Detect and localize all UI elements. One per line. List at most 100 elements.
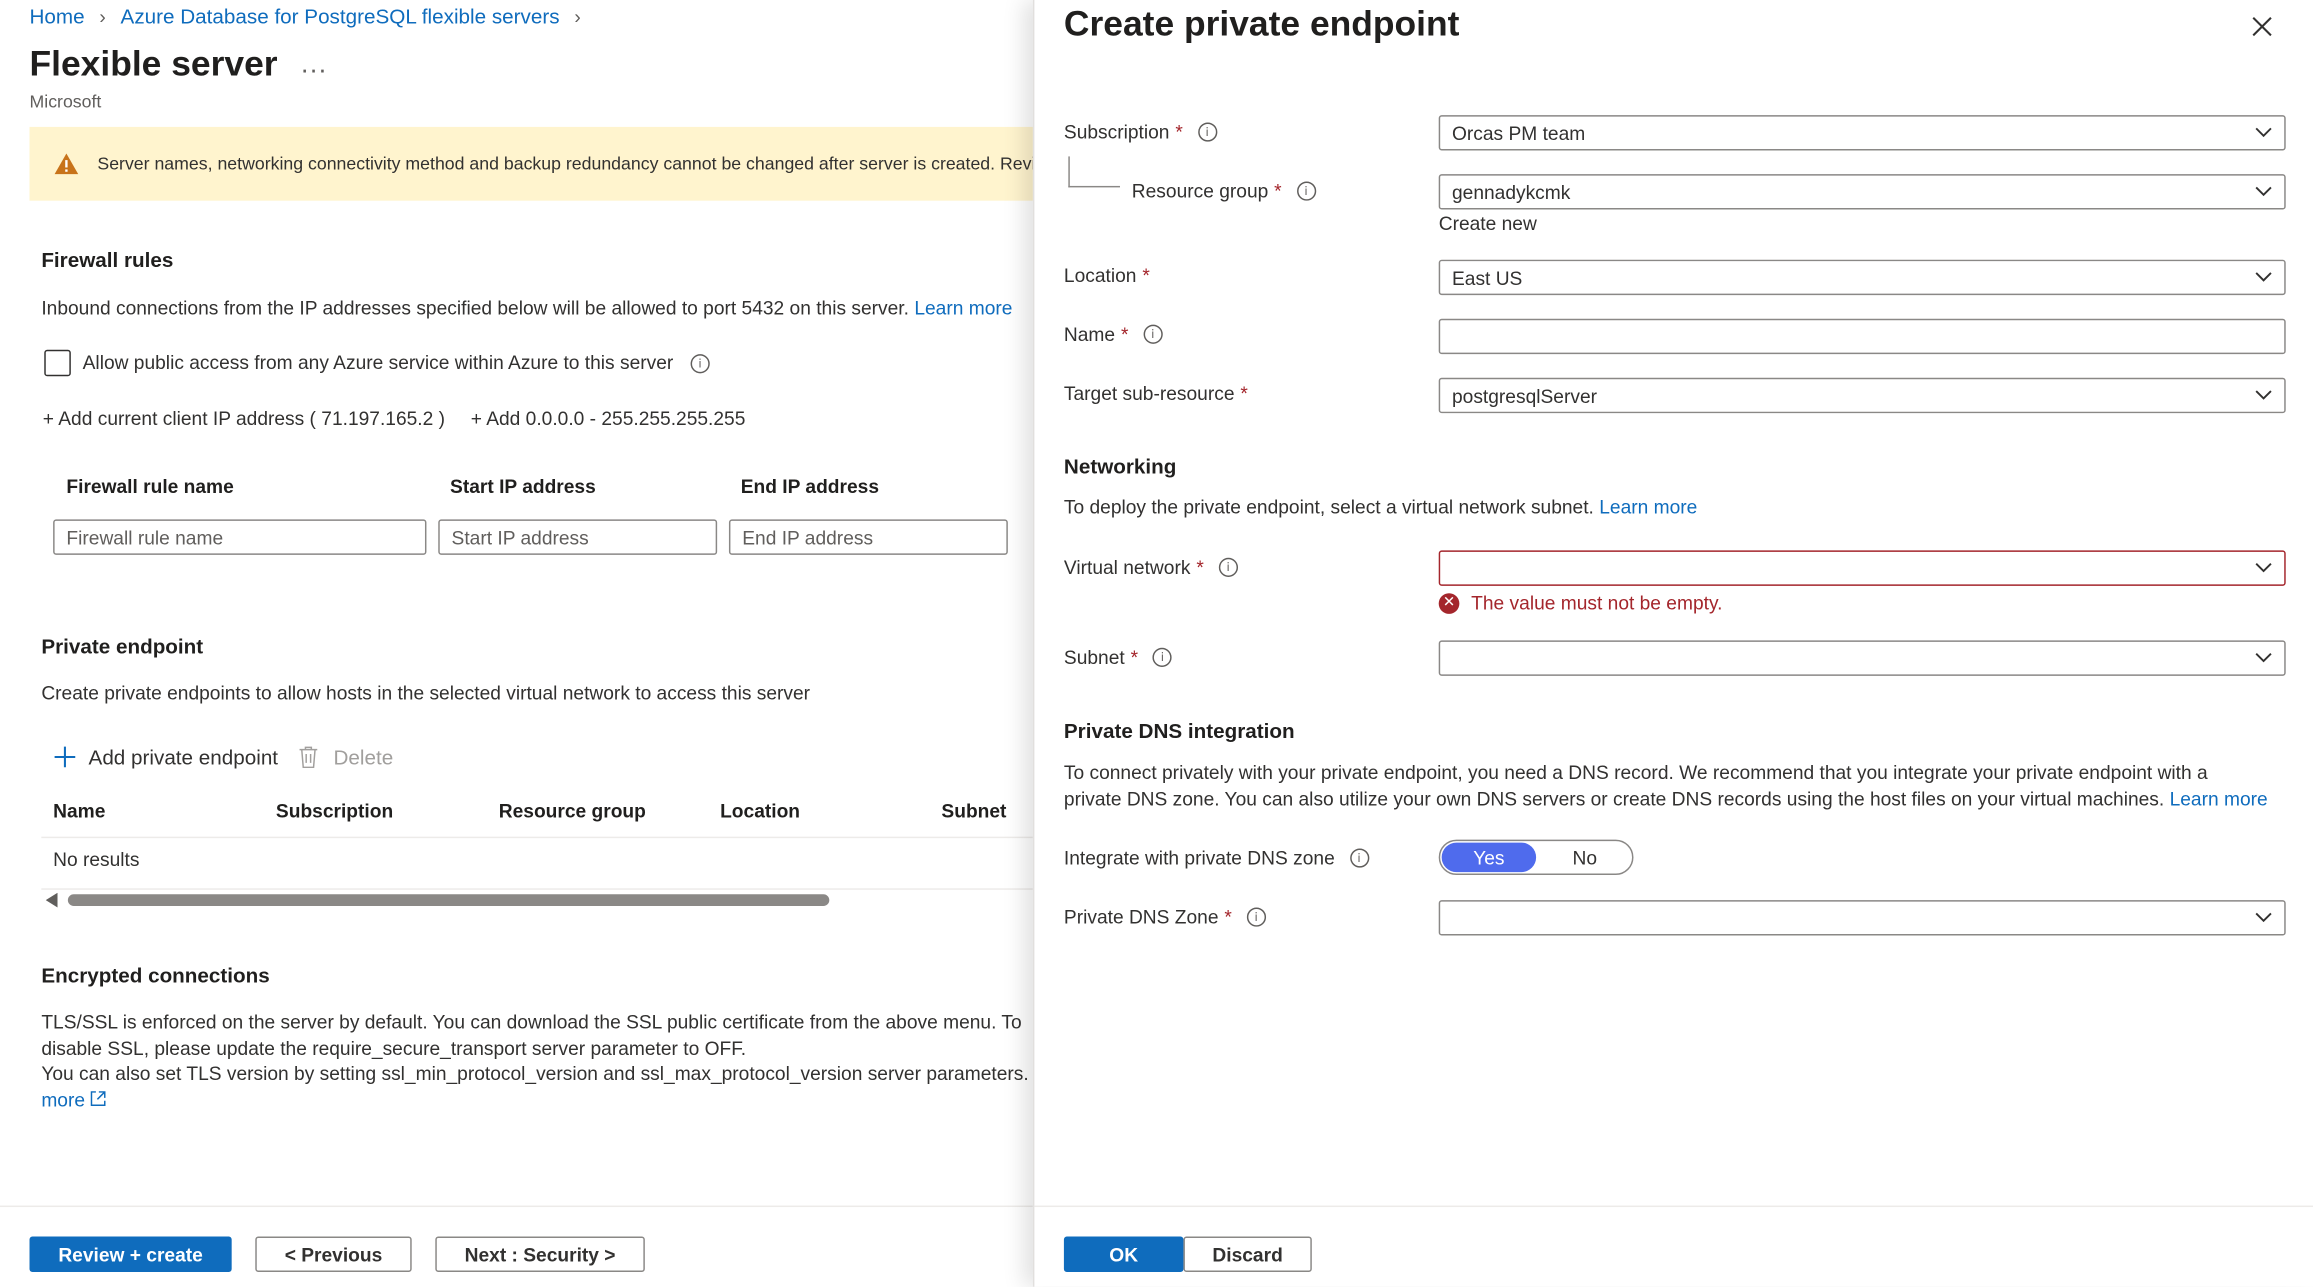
name-label: Name * i <box>1063 323 1163 346</box>
panel-title: Create private endpoint <box>1063 4 1460 45</box>
delete-label: Delete <box>333 745 394 769</box>
create-private-endpoint-panel: Create private endpoint Subscription * i… <box>1032 0 2313 1287</box>
subscription-value: Orcas PM team <box>1451 121 1586 144</box>
info-icon[interactable]: i <box>1152 647 1173 667</box>
private-endpoint-description: Create private endpoints to allow hosts … <box>41 681 811 704</box>
integrate-dns-label-text: Integrate with private DNS zone <box>1063 846 1335 870</box>
private-dns-zone-label-text: Private DNS Zone <box>1063 906 1219 929</box>
next-security-button[interactable]: Next : Security > <box>435 1236 645 1272</box>
column-header-rule-name: Firewall rule name <box>66 475 234 498</box>
networking-description-text: To deploy the private endpoint, select a… <box>1063 495 1594 518</box>
networking-description: To deploy the private endpoint, select a… <box>1064 496 1697 518</box>
plus-icon <box>54 746 76 768</box>
add-ip-range-link[interactable]: + Add 0.0.0.0 - 255.255.255.255 <box>471 407 746 429</box>
encrypted-line-1: TLS/SSL is enforced on the server by def… <box>41 1010 1022 1033</box>
warning-icon <box>54 153 79 175</box>
toggle-yes[interactable]: Yes <box>1441 842 1537 873</box>
target-sub-resource-dropdown[interactable]: postgresqlServer <box>1438 377 2286 414</box>
create-new-link[interactable]: Create new <box>1439 212 1537 234</box>
info-icon[interactable]: i <box>1349 848 1369 868</box>
breadcrumb: Home › Azure Database for PostgreSQL fle… <box>30 4 581 28</box>
breadcrumb-postgresql[interactable]: Azure Database for PostgreSQL flexible s… <box>121 4 560 28</box>
review-create-button[interactable]: Review + create <box>29 1236 232 1272</box>
close-icon[interactable] <box>2247 12 2277 42</box>
integrate-dns-toggle[interactable]: Yes No <box>1438 839 1634 876</box>
encrypted-learn-more-continued[interactable]: more <box>41 1089 106 1111</box>
subscription-label-text: Subscription <box>1063 120 1170 144</box>
column-header-subscription: Subscription <box>275 799 394 822</box>
subscription-dropdown[interactable]: Orcas PM team <box>1438 115 2286 151</box>
chevron-right-icon: › <box>574 5 581 28</box>
virtual-network-label: Virtual network * i <box>1064 556 1238 578</box>
virtual-network-dropdown[interactable] <box>1438 550 2286 586</box>
page-title: Flexible server <box>29 44 278 85</box>
column-header-resource-group: Resource group <box>498 799 646 822</box>
resource-group-dropdown[interactable]: gennadykcmk <box>1438 174 2286 210</box>
previous-button[interactable]: < Previous <box>255 1236 412 1272</box>
dns-description: To connect privately with your private e… <box>1064 760 2268 813</box>
allow-public-access-checkbox[interactable] <box>44 349 71 377</box>
footer-divider <box>0 1205 1033 1208</box>
info-icon[interactable]: i <box>1218 557 1238 577</box>
info-icon[interactable]: i <box>1246 907 1266 927</box>
column-header-subnet: Subnet <box>941 799 1007 822</box>
virtual-network-error-text: The value must not be empty. <box>1471 591 1723 614</box>
networking-heading: Networking <box>1063 454 1177 479</box>
breadcrumb-home[interactable]: Home <box>30 4 85 28</box>
encrypted-line-2: disable SSL, please update the require_s… <box>41 1037 747 1060</box>
divider <box>41 836 1033 839</box>
chevron-down-icon <box>2255 186 2272 197</box>
virtual-network-label-text: Virtual network <box>1063 556 1191 579</box>
required-mark: * <box>1196 556 1204 579</box>
firewall-description-text: Inbound connections from the IP addresse… <box>41 296 909 319</box>
private-endpoint-heading: Private endpoint <box>41 634 204 659</box>
info-icon[interactable]: i <box>1197 122 1217 142</box>
discard-button[interactable]: Discard <box>1183 1236 1312 1272</box>
dns-learn-more-link[interactable]: Learn more <box>2170 788 2268 810</box>
location-dropdown[interactable]: East US <box>1438 259 2286 296</box>
private-dns-zone-dropdown[interactable] <box>1438 900 2286 936</box>
add-private-endpoint-label: Add private endpoint <box>88 745 279 769</box>
scroll-left-icon[interactable] <box>45 892 58 908</box>
encrypted-line-3-text: You can also set TLS version by setting … <box>41 1062 1029 1085</box>
firewall-learn-more-link[interactable]: Learn more <box>914 297 1012 319</box>
dns-description-line-1: To connect privately with your private e… <box>1063 761 2208 784</box>
add-client-ip-link[interactable]: + Add current client IP address ( 71.197… <box>43 407 445 429</box>
required-mark: * <box>1175 120 1183 144</box>
name-label-text: Name <box>1063 323 1116 346</box>
required-mark: * <box>1120 323 1129 346</box>
toggle-no[interactable]: No <box>1538 841 1632 873</box>
warning-text: Server names, networking connectivity me… <box>97 153 1033 175</box>
location-label-text: Location <box>1063 264 1137 287</box>
delete-button[interactable]: Delete <box>298 745 393 769</box>
encrypted-line-3: You can also set TLS version by setting … <box>41 1062 1033 1084</box>
info-icon[interactable]: i <box>1296 181 1316 201</box>
info-icon[interactable]: i <box>1143 324 1163 344</box>
resource-group-value: gennadykcmk <box>1451 180 1571 203</box>
ok-button[interactable]: OK <box>1063 1236 1184 1272</box>
networking-learn-more-link[interactable]: Learn more <box>1599 496 1697 518</box>
dns-description-line-2-text: private DNS zone. You can also utilize y… <box>1063 787 2165 811</box>
chevron-down-icon <box>2255 127 2272 138</box>
add-private-endpoint-button[interactable]: Add private endpoint <box>53 745 278 769</box>
more-options-icon[interactable]: ... <box>301 49 328 80</box>
location-value: East US <box>1451 266 1523 289</box>
column-header-start-ip: Start IP address <box>450 475 596 498</box>
firewall-rule-name-input[interactable] <box>53 519 427 555</box>
column-header-name: Name <box>53 799 106 822</box>
info-icon[interactable]: i <box>690 354 710 374</box>
encrypted-learn-more-suffix[interactable]: more <box>41 1089 85 1111</box>
chevron-down-icon <box>2255 653 2272 663</box>
error-icon: ✕ <box>1438 592 1460 614</box>
start-ip-input[interactable] <box>438 519 718 555</box>
warning-banner: Server names, networking connectivity me… <box>29 126 1033 201</box>
allow-public-access-text: Allow public access from any Azure servi… <box>82 351 674 374</box>
name-input[interactable] <box>1438 318 2286 355</box>
end-ip-input[interactable] <box>728 519 1008 555</box>
page-subtitle: Microsoft <box>29 91 102 113</box>
required-mark: * <box>1240 382 1248 405</box>
allow-public-access-label: Allow public access from any Azure servi… <box>82 351 710 374</box>
chevron-down-icon <box>2255 912 2272 923</box>
scrollbar-thumb[interactable] <box>67 894 830 907</box>
subnet-dropdown[interactable] <box>1438 640 2286 676</box>
